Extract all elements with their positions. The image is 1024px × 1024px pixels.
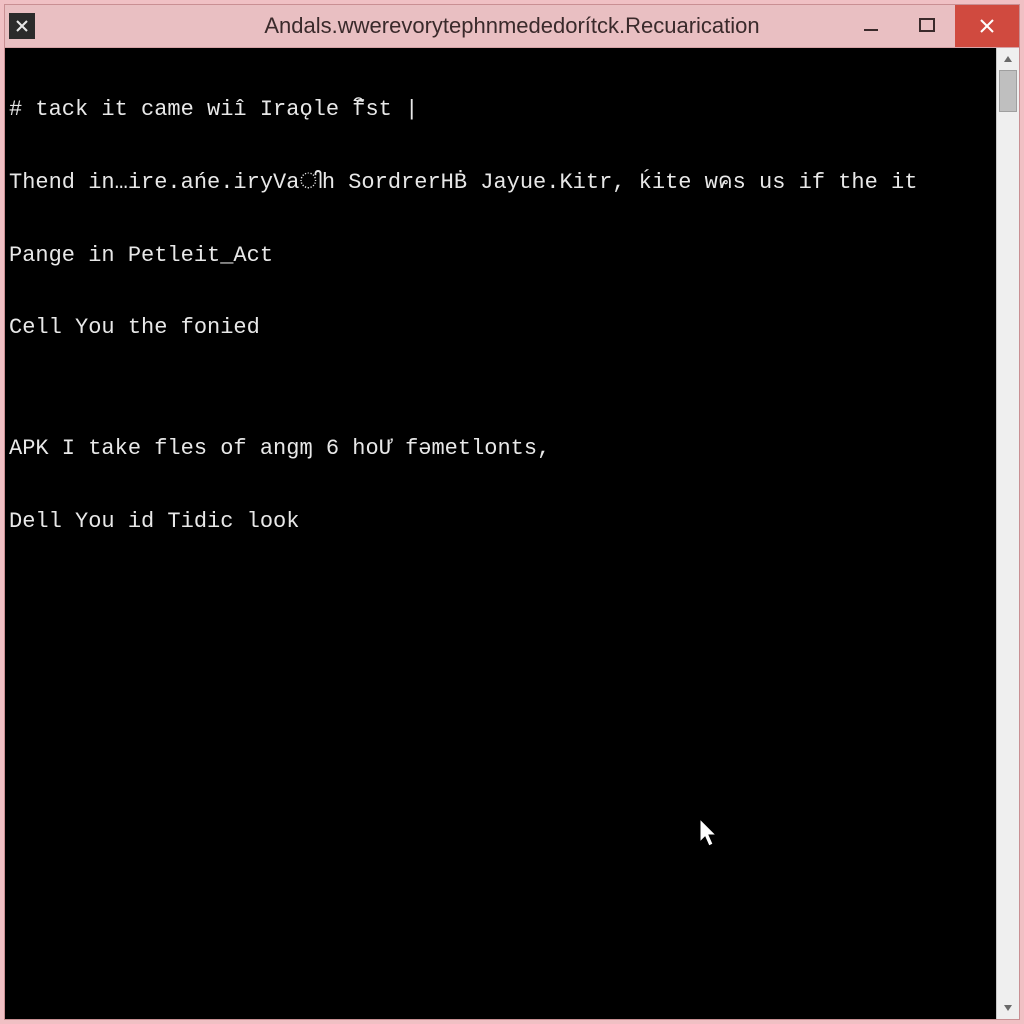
terminal-line: Pange in Petleit_Act	[9, 244, 992, 268]
terminal-output[interactable]: # tack it came wiî Iraǫle fิst | Thend i…	[5, 48, 996, 1019]
terminal-line: APK I take fles of angɱ 6 hoƯ fǝmetlonts…	[9, 437, 992, 461]
terminal-line: Thend in…ire.ańe.iryVaിh SordrerHḂ Jayue…	[9, 171, 992, 195]
scroll-up-button[interactable]	[997, 48, 1019, 70]
terminal-line: Cell You the fonied	[9, 316, 992, 340]
system-menu-icon[interactable]	[9, 13, 35, 39]
window-controls	[843, 5, 1019, 47]
scroll-track[interactable]	[997, 70, 1019, 997]
terminal-line: # tack it came wiî Iraǫle fิst |	[9, 98, 992, 122]
close-button[interactable]	[955, 5, 1019, 47]
mouse-cursor-icon	[593, 794, 721, 880]
maximize-button[interactable]	[899, 5, 955, 47]
client-area: # tack it came wiî Iraǫle fิst | Thend i…	[5, 48, 1019, 1019]
vertical-scrollbar[interactable]	[996, 48, 1019, 1019]
scroll-thumb[interactable]	[999, 70, 1017, 112]
terminal-line: Dell You id Tidic look	[9, 510, 992, 534]
titlebar[interactable]: Andals.wwerevorytephnmededorítck.Recuari…	[5, 5, 1019, 48]
minimize-button[interactable]	[843, 5, 899, 47]
scroll-down-button[interactable]	[997, 997, 1019, 1019]
application-window: Andals.wwerevorytephnmededorítck.Recuari…	[4, 4, 1020, 1020]
